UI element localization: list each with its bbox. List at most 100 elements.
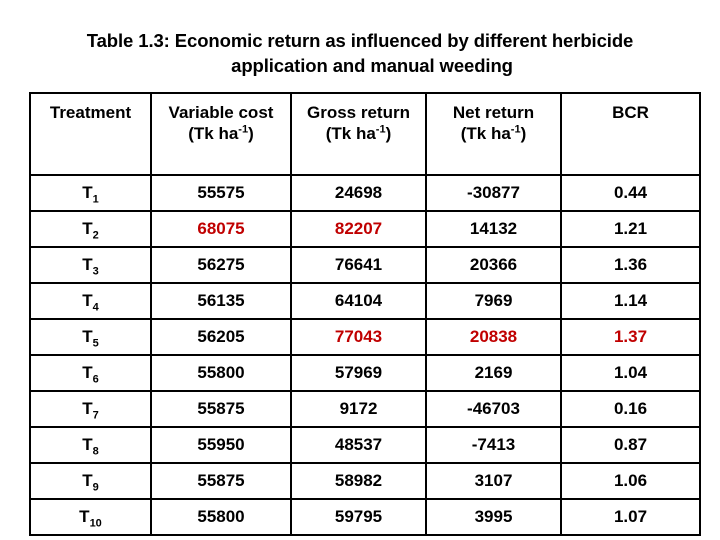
- unit-superscript: -1: [510, 123, 521, 136]
- table-row: T6 55800 57969 2169 1.04: [29, 354, 701, 392]
- treatment-index: 6: [92, 373, 99, 386]
- cell-treatment: T6: [29, 354, 152, 392]
- title-line-2: application and manual weeding: [231, 55, 513, 76]
- table-row: T4 56135 64104 7969 1.14: [29, 282, 701, 320]
- column-header-net-return-label: Net return: [452, 103, 535, 122]
- column-header-net-return-unit: (Tk ha-1): [427, 123, 560, 144]
- cell-treatment: T5: [29, 318, 152, 356]
- treatment-label: T: [82, 291, 93, 310]
- table-header: Treatment Variable cost (Tk ha-1) Gross …: [29, 92, 701, 176]
- economic-return-table-container: Treatment Variable cost (Tk ha-1) Gross …: [29, 92, 701, 536]
- unit-prefix: (Tk ha: [325, 124, 376, 143]
- table-row: T7 55875 9172 -46703 0.16: [29, 390, 701, 428]
- cell-net-return: 3107: [425, 462, 562, 500]
- table-slide: Table 1.3: Economic return as influenced…: [0, 0, 720, 540]
- title-line-1: Table 1.3: Economic return as influenced…: [86, 30, 634, 51]
- page-title: Table 1.3: Economic return as influenced…: [0, 0, 720, 78]
- table-body: T1 55575 24698 -30877 0.44 T2 68075 82207 14132 1…: [29, 174, 701, 536]
- cell-net-return: -46703: [425, 390, 562, 428]
- table-row: T1 55575 24698 -30877 0.44: [29, 174, 701, 212]
- treatment-index: 5: [92, 337, 99, 350]
- cell-bcr: 1.04: [560, 354, 701, 392]
- cell-variable-cost: 56135: [150, 282, 292, 320]
- cell-gross-return: 82207: [290, 210, 427, 248]
- column-header-net-return: Net return (Tk ha-1): [425, 92, 562, 176]
- cell-treatment: T9: [29, 462, 152, 500]
- treatment-label: T: [82, 471, 93, 490]
- cell-treatment: T2: [29, 210, 152, 248]
- column-header-treatment-label: Treatment: [49, 103, 132, 122]
- cell-treatment: T1: [29, 174, 152, 212]
- cell-net-return: 20838: [425, 318, 562, 356]
- cell-variable-cost: 68075: [150, 210, 292, 248]
- unit-suffix: ): [520, 124, 527, 143]
- unit-superscript: -1: [238, 123, 249, 136]
- cell-bcr: 1.21: [560, 210, 701, 248]
- table-row: T5 56205 77043 20838 1.37: [29, 318, 701, 356]
- cell-net-return: 20366: [425, 246, 562, 284]
- table-row: T3 56275 76641 20366 1.36: [29, 246, 701, 284]
- economic-return-table: Treatment Variable cost (Tk ha-1) Gross …: [29, 92, 701, 536]
- cell-treatment: T10: [29, 498, 152, 536]
- column-header-variable-cost: Variable cost (Tk ha-1): [150, 92, 292, 176]
- treatment-index: 10: [89, 517, 102, 530]
- treatment-label: T: [82, 255, 93, 274]
- column-header-gross-return: Gross return (Tk ha-1): [290, 92, 427, 176]
- cell-variable-cost: 55875: [150, 462, 292, 500]
- treatment-index: 8: [92, 445, 99, 458]
- cell-treatment: T3: [29, 246, 152, 284]
- cell-net-return: 14132: [425, 210, 562, 248]
- cell-gross-return: 58982: [290, 462, 427, 500]
- treatment-label: T: [82, 183, 93, 202]
- cell-variable-cost: 55575: [150, 174, 292, 212]
- unit-prefix: (Tk ha: [188, 124, 239, 143]
- cell-gross-return: 64104: [290, 282, 427, 320]
- cell-bcr: 1.14: [560, 282, 701, 320]
- column-header-treatment: Treatment: [29, 92, 152, 176]
- cell-gross-return: 57969: [290, 354, 427, 392]
- treatment-label: T: [82, 435, 93, 454]
- cell-bcr: 1.06: [560, 462, 701, 500]
- cell-treatment: T4: [29, 282, 152, 320]
- cell-variable-cost: 56205: [150, 318, 292, 356]
- cell-bcr: 0.16: [560, 390, 701, 428]
- header-row: Treatment Variable cost (Tk ha-1) Gross …: [29, 92, 701, 176]
- unit-superscript: -1: [375, 123, 386, 136]
- table-row: T2 68075 82207 14132 1.21: [29, 210, 701, 248]
- treatment-label: T: [79, 507, 90, 526]
- cell-gross-return: 77043: [290, 318, 427, 356]
- cell-gross-return: 24698: [290, 174, 427, 212]
- treatment-index: 9: [92, 481, 99, 494]
- table-row: T9 55875 58982 3107 1.06: [29, 462, 701, 500]
- cell-net-return: -30877: [425, 174, 562, 212]
- treatment-index: 1: [92, 193, 99, 206]
- treatment-index: 4: [92, 301, 99, 314]
- cell-net-return: 7969: [425, 282, 562, 320]
- unit-suffix: ): [248, 124, 254, 143]
- cell-gross-return: 48537: [290, 426, 427, 464]
- cell-bcr: 1.07: [560, 498, 701, 536]
- column-header-gross-return-label: Gross return: [307, 103, 410, 122]
- cell-bcr: 1.36: [560, 246, 701, 284]
- treatment-index: 3: [92, 265, 99, 278]
- column-header-bcr-label: BCR: [612, 103, 649, 122]
- column-header-gross-return-unit: (Tk ha-1): [292, 123, 425, 144]
- cell-variable-cost: 55875: [150, 390, 292, 428]
- unit-suffix: ): [385, 124, 392, 143]
- treatment-label: T: [82, 363, 93, 382]
- table-row: T8 55950 48537 -7413 0.87: [29, 426, 701, 464]
- cell-gross-return: 59795: [290, 498, 427, 536]
- cell-variable-cost: 56275: [150, 246, 292, 284]
- cell-net-return: -7413: [425, 426, 562, 464]
- cell-treatment: T8: [29, 426, 152, 464]
- cell-treatment: T7: [29, 390, 152, 428]
- cell-gross-return: 9172: [290, 390, 427, 428]
- cell-bcr: 0.44: [560, 174, 701, 212]
- column-header-variable-cost-label: Variable cost: [168, 103, 274, 122]
- cell-variable-cost: 55800: [150, 498, 292, 536]
- treatment-label: T: [82, 219, 93, 238]
- treatment-label: T: [82, 399, 93, 418]
- table-row: T10 55800 59795 3995 1.07: [29, 498, 701, 536]
- treatment-index: 7: [92, 409, 99, 422]
- column-header-bcr: BCR: [560, 92, 701, 176]
